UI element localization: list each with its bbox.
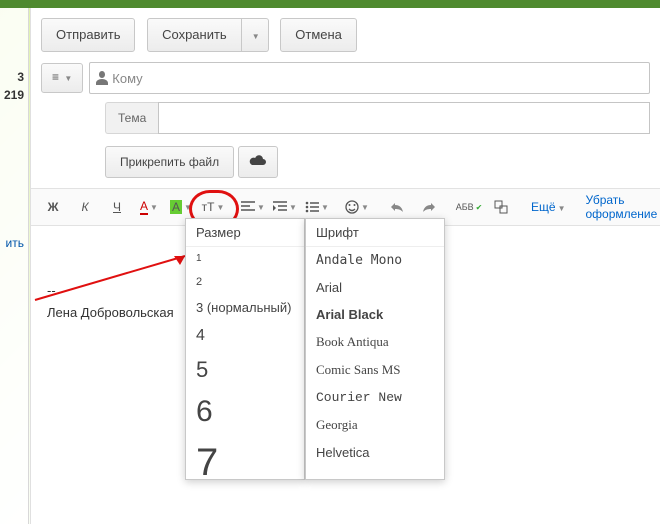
align-button[interactable]: ▼: [237, 194, 269, 220]
bold-button[interactable]: Ж: [37, 194, 69, 220]
redo-icon: [422, 201, 436, 213]
list-button[interactable]: ▼: [301, 194, 333, 220]
indent-icon: [273, 201, 287, 213]
sidebar-link[interactable]: ить: [0, 234, 28, 252]
font-dropdown-header: Шрифт: [306, 219, 444, 247]
left-sidebar: 3 219 ить: [0, 8, 29, 524]
font-family-dropdown: Шрифт Andale Mono Arial Arial Black Book…: [305, 218, 445, 480]
options-button[interactable]: ≡ ▼: [41, 63, 83, 93]
subject-input[interactable]: [158, 102, 650, 134]
attach-button[interactable]: Прикрепить файл: [105, 146, 234, 178]
undo-button[interactable]: [381, 194, 413, 220]
underline-button[interactable]: Ч: [101, 194, 133, 220]
to-field[interactable]: Кому: [89, 62, 650, 94]
font-dropdown-list[interactable]: Andale Mono Arial Arial Black Book Antiq…: [306, 247, 444, 475]
italic-button[interactable]: К: [69, 194, 101, 220]
cancel-button[interactable]: Отмена: [280, 18, 357, 52]
subject-row: Тема: [31, 98, 660, 138]
font-option[interactable]: Book Antiqua: [306, 328, 444, 356]
cloud-icon: [249, 154, 267, 166]
compose-top-buttons: Отправить Сохранить▼ Отмена: [31, 8, 660, 58]
redo-button[interactable]: [413, 194, 445, 220]
font-option[interactable]: Helvetica: [306, 439, 444, 466]
size-option[interactable]: 7: [186, 435, 304, 475]
font-option[interactable]: Andale Mono: [306, 247, 444, 274]
size-dropdown-list[interactable]: 1 2 3 (нормальный) 4 5 6 7: [186, 247, 304, 475]
spellcheck-button[interactable]: АБВ✔: [453, 194, 485, 220]
translate-icon: [494, 200, 508, 214]
more-button[interactable]: Ещё▼: [525, 200, 571, 214]
bg-color-button[interactable]: А▼: [165, 194, 197, 220]
person-icon: [96, 71, 108, 85]
size-option[interactable]: 4: [186, 321, 304, 351]
font-color-button[interactable]: А▼: [133, 194, 165, 220]
size-option[interactable]: 1: [186, 247, 304, 270]
to-placeholder: Кому: [112, 71, 142, 86]
size-option[interactable]: 3 (нормальный): [186, 294, 304, 321]
font-option[interactable]: Courier New: [306, 384, 444, 411]
align-icon: [241, 201, 255, 213]
cloud-attach-button[interactable]: [238, 146, 278, 178]
attach-row: Прикрепить файл: [31, 138, 660, 188]
font-option[interactable]: Comic Sans MS: [306, 356, 444, 384]
font-option[interactable]: Arial Black: [306, 301, 444, 328]
save-dropdown-button[interactable]: ▼: [242, 18, 269, 52]
indent-button[interactable]: ▼: [269, 194, 301, 220]
save-button[interactable]: Сохранить: [147, 18, 242, 52]
smile-icon: [345, 200, 359, 214]
emoji-button[interactable]: ▼: [341, 194, 373, 220]
clear-format-button[interactable]: Убрать оформление: [579, 193, 660, 221]
size-option[interactable]: 2: [186, 270, 304, 294]
sidebar-count-total[interactable]: 219: [0, 86, 28, 104]
sidebar-count-unread[interactable]: 3: [0, 68, 28, 86]
top-bar: [0, 0, 660, 8]
font-size-button[interactable]: тТ▼: [197, 194, 229, 220]
font-option[interactable]: Georgia: [306, 411, 444, 439]
send-button[interactable]: Отправить: [41, 18, 135, 52]
to-row: ≡ ▼ Кому: [31, 58, 660, 98]
undo-icon: [390, 201, 404, 213]
size-option[interactable]: 6: [186, 389, 304, 435]
subject-label: Тема: [105, 102, 158, 134]
size-dropdown-header: Размер: [186, 219, 304, 247]
list-icon: [305, 201, 319, 213]
font-size-dropdown: Размер 1 2 3 (нормальный) 4 5 6 7: [185, 218, 305, 480]
size-option[interactable]: 5: [186, 351, 304, 389]
translate-button[interactable]: [485, 194, 517, 220]
font-option[interactable]: Arial: [306, 274, 444, 301]
